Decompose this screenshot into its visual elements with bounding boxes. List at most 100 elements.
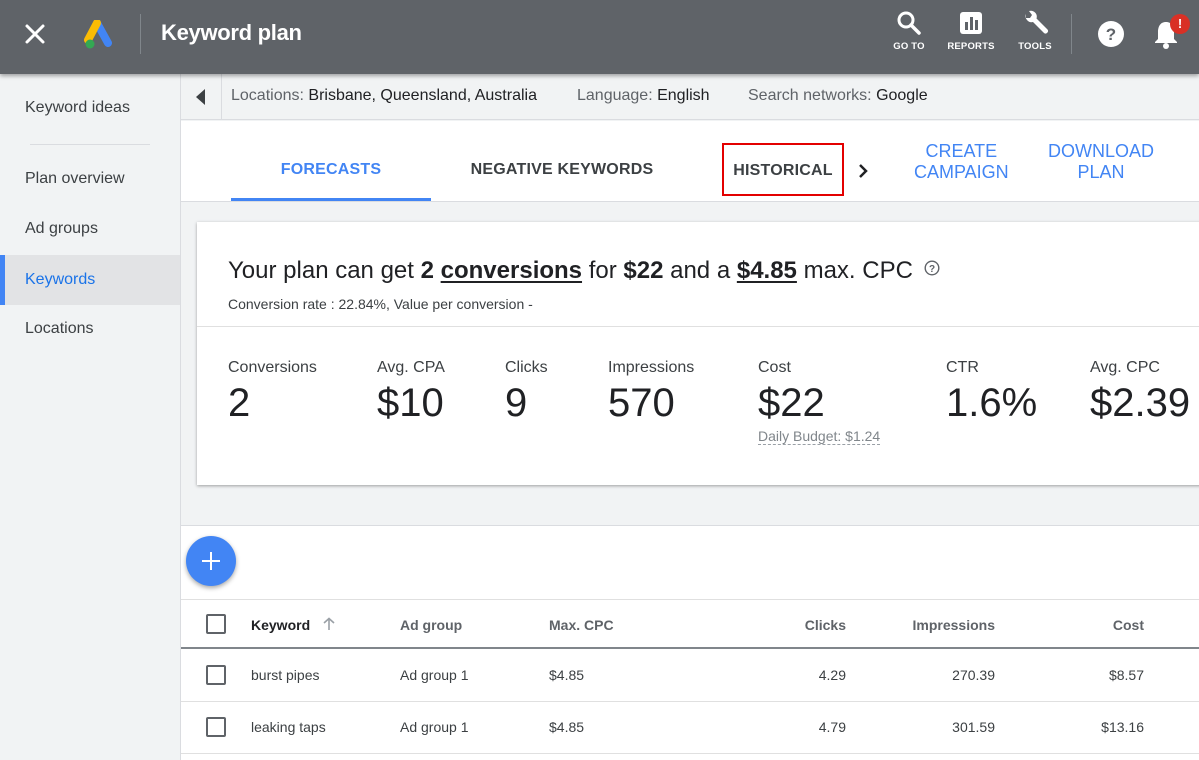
tools-label: TOOLS xyxy=(1018,41,1052,52)
language-filter[interactable]: Language: English xyxy=(577,87,710,105)
sidebar-item-locations[interactable]: Locations xyxy=(0,304,180,354)
metric-avg-cpa: Avg. CPA $10 xyxy=(377,359,445,426)
tools-button[interactable]: TOOLS xyxy=(1005,10,1065,62)
tab-historical[interactable]: HISTORICAL xyxy=(722,143,844,196)
collapse-sidebar-icon[interactable] xyxy=(181,74,222,120)
sidebar-item-plan-overview[interactable]: Plan overview xyxy=(0,154,180,204)
sidebar-item-ad-groups[interactable]: Ad groups xyxy=(0,204,180,254)
google-ads-logo xyxy=(84,19,116,50)
download-plan-line2: PLAN xyxy=(1077,162,1125,182)
tab-forecasts-label: FORECASTS xyxy=(280,161,382,178)
help-icon[interactable]: ? xyxy=(1096,19,1126,49)
arrow-up-icon[interactable] xyxy=(322,617,336,631)
reports-label: REPORTS xyxy=(947,41,995,52)
cost-cell: $13.16 xyxy=(1101,719,1144,735)
svg-text:?: ? xyxy=(929,264,935,275)
sidebar-item-keywords[interactable]: Keywords xyxy=(0,255,180,305)
tab-forecasts[interactable]: FORECASTS xyxy=(231,121,431,201)
headline-conversions-link[interactable]: conversions xyxy=(441,257,582,284)
column-clicks[interactable]: Clicks xyxy=(746,600,846,650)
networks-value: Google xyxy=(876,87,928,104)
download-plan-line1: DOWNLOAD xyxy=(1048,141,1155,161)
tabs-bar: FORECASTS NEGATIVE KEYWORDS HISTORICAL C… xyxy=(181,121,1199,202)
notification-badge: ! xyxy=(1170,14,1190,34)
add-keyword-button[interactable] xyxy=(186,536,236,586)
headline-prefix: Your plan can get xyxy=(228,257,414,284)
metric-ctr: CTR 1.6% xyxy=(946,359,1037,426)
reports-button[interactable]: REPORTS xyxy=(941,10,1001,62)
locations-filter[interactable]: Locations: Brisbane, Queensland, Austral… xyxy=(231,87,537,105)
metric-avg-cpc: Avg. CPC $2.39 xyxy=(1090,359,1190,426)
metric-label: Avg. CPA xyxy=(377,359,445,376)
headline-max-cpc[interactable]: $4.85 xyxy=(737,257,797,284)
metric-value: 1.6% xyxy=(946,381,1038,425)
chevron-right-icon[interactable] xyxy=(855,161,871,181)
top-app-bar: Keyword plan GO TO REPORTS TOOLS ? ! xyxy=(0,0,1199,74)
reports-icon xyxy=(960,12,982,34)
language-value: English xyxy=(657,87,710,104)
clicks-cell: 4.79 xyxy=(818,719,846,735)
keywords-table-area: Keyword Ad group Max. CPC Clicks Impress… xyxy=(181,525,1199,760)
ad-group-cell: Ad group 1 xyxy=(400,667,469,683)
create-campaign-line2: CAMPAIGN xyxy=(914,162,1009,182)
svg-text:?: ? xyxy=(1106,25,1116,44)
page-title: Keyword plan xyxy=(161,20,302,45)
table-row[interactable]: leaking taps Ad group 1 $4.85 4.79 301.5… xyxy=(181,702,1199,754)
metric-clicks: Clicks 9 xyxy=(505,359,548,426)
headline-and-a: and a xyxy=(670,257,731,284)
table-row[interactable]: burst pipes Ad group 1 $4.85 4.29 270.39… xyxy=(181,650,1199,702)
language-key: Language: xyxy=(577,87,653,104)
metric-label: Impressions xyxy=(608,359,695,376)
create-campaign-button[interactable]: CREATE CAMPAIGN xyxy=(914,141,1009,183)
topbar-divider xyxy=(140,14,141,54)
metric-label: Clicks xyxy=(505,359,548,376)
table-header: Keyword Ad group Max. CPC Clicks Impress… xyxy=(181,599,1199,649)
locations-value: Brisbane, Queensland, Australia xyxy=(308,87,537,104)
select-all-checkbox[interactable] xyxy=(206,614,226,634)
close-icon[interactable] xyxy=(20,19,50,49)
metric-value: $10 xyxy=(377,381,444,425)
column-max-cpc[interactable]: Max. CPC xyxy=(549,600,614,650)
clicks-cell: 4.29 xyxy=(818,667,846,683)
max-cpc-cell[interactable]: $4.85 xyxy=(549,650,584,700)
column-cost[interactable]: Cost xyxy=(1044,600,1144,650)
column-keyword[interactable]: Keyword xyxy=(251,600,310,650)
row-checkbox[interactable] xyxy=(206,665,226,685)
headline-for: for xyxy=(588,257,617,284)
search-icon xyxy=(897,11,921,35)
search-networks-filter[interactable]: Search networks: Google xyxy=(748,87,928,105)
metric-conversions: Conversions 2 xyxy=(228,359,317,426)
keyword-cell: leaking taps xyxy=(251,719,326,735)
keyword-cell: burst pipes xyxy=(251,667,320,683)
metric-value: 2 xyxy=(228,381,251,425)
column-ad-group[interactable]: Ad group xyxy=(400,600,462,650)
metric-value: $22 xyxy=(758,381,825,425)
ad-group-cell: Ad group 1 xyxy=(400,719,469,735)
wrench-icon xyxy=(1025,10,1048,34)
column-impressions[interactable]: Impressions xyxy=(895,600,995,650)
metric-label: Cost xyxy=(758,359,791,376)
tab-negative-keywords[interactable]: NEGATIVE KEYWORDS xyxy=(451,121,673,201)
max-cpc-cell[interactable]: $4.85 xyxy=(549,702,584,752)
metric-impressions: Impressions 570 xyxy=(608,359,694,426)
goto-label: GO TO xyxy=(893,41,925,52)
sidebar-item-keyword-ideas[interactable]: Keyword ideas xyxy=(0,83,180,133)
download-plan-button[interactable]: DOWNLOAD PLAN xyxy=(1048,141,1154,183)
headline-max-cpc-suffix: max. CPC xyxy=(803,257,913,284)
create-campaign-line1: CREATE xyxy=(925,141,998,161)
locations-key: Locations: xyxy=(231,87,304,104)
daily-budget-link[interactable]: Daily Budget: $1.24 xyxy=(758,428,881,445)
metric-value: 570 xyxy=(608,381,675,425)
forecast-headline: Your plan can get 2 conversions for $22 … xyxy=(228,255,940,285)
row-checkbox[interactable] xyxy=(206,717,226,737)
help-circle-icon[interactable]: ? xyxy=(924,255,940,276)
networks-key: Search networks: xyxy=(748,87,872,104)
cost-cell: $8.57 xyxy=(1108,667,1144,683)
tab-historical-label: HISTORICAL xyxy=(733,162,833,179)
filter-bar: Locations: Brisbane, Queensland, Austral… xyxy=(181,74,1199,120)
topbar-divider xyxy=(1071,14,1072,54)
goto-button[interactable]: GO TO xyxy=(879,10,939,62)
metric-label: Avg. CPC xyxy=(1090,359,1160,376)
impressions-cell: 270.39 xyxy=(952,667,995,683)
conversion-rate-text: Conversion rate : 22.84%, Value per conv… xyxy=(228,296,533,312)
